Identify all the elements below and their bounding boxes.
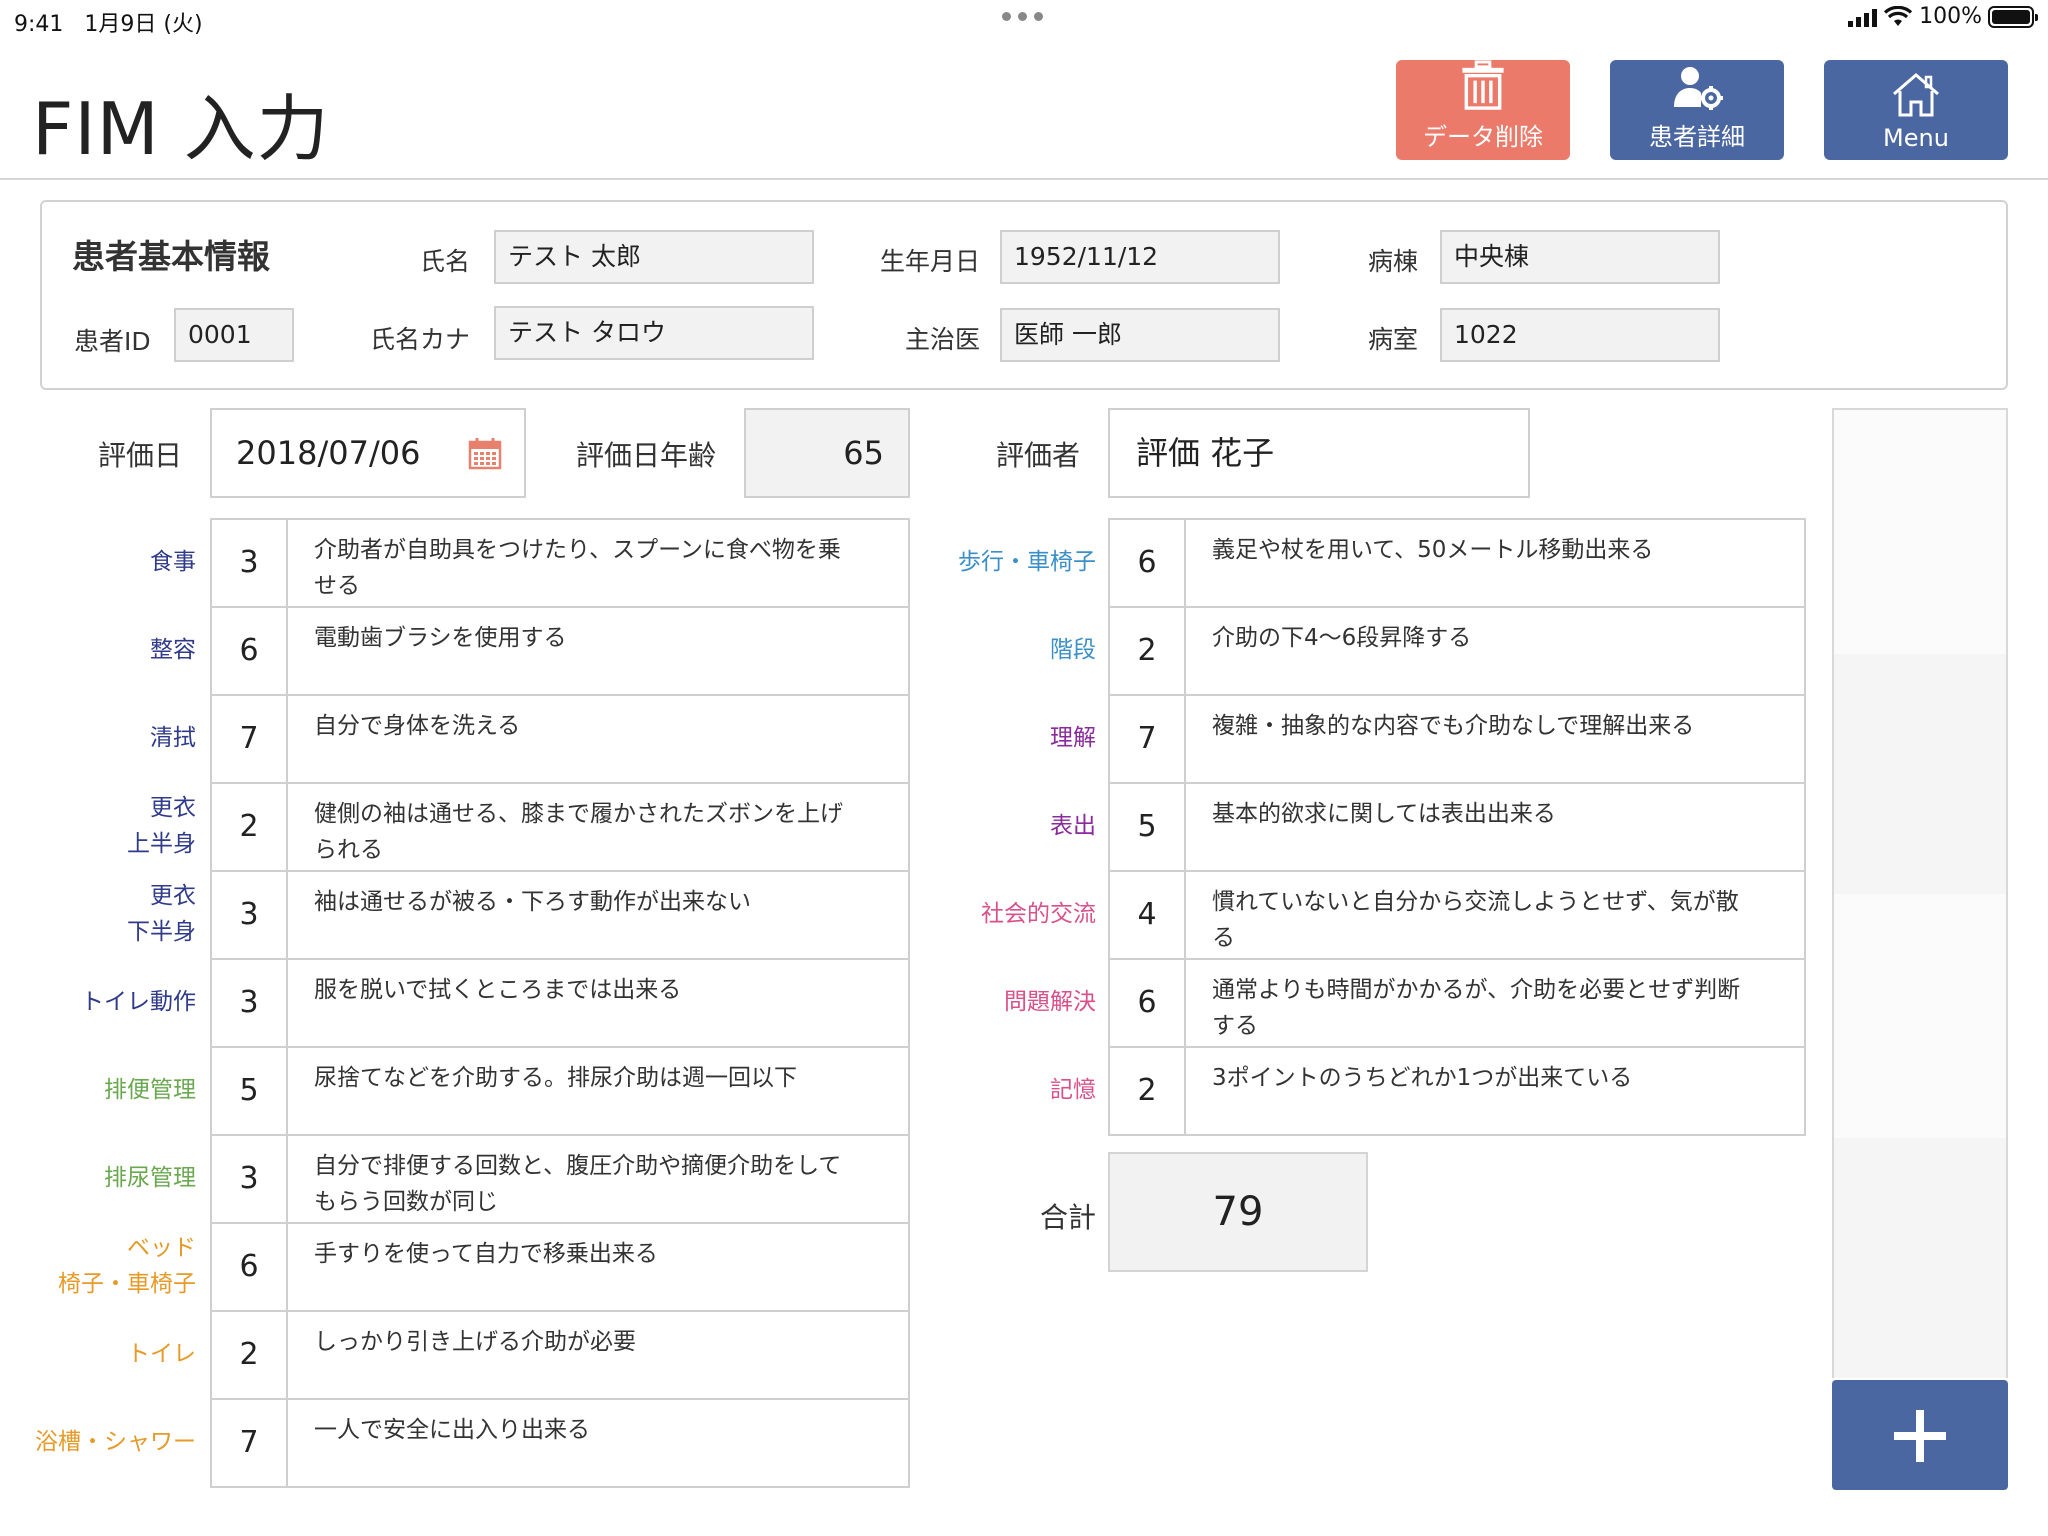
fim-item-description[interactable]: しっかり引き上げる介助が必要 [286, 1310, 910, 1400]
fim-item-score[interactable]: 6 [210, 606, 288, 696]
trash-icon [1462, 60, 1504, 110]
fim-item-label: 食事 [150, 549, 196, 575]
plus-icon [1894, 1410, 1946, 1462]
fim-item-description[interactable]: 通常よりも時間がかかるが、介助を必要とせず判断 する [1184, 958, 1806, 1048]
battery-percent: 100% [1919, 4, 1982, 29]
fim-item-description[interactable]: 服を脱いで拭くところまでは出来る [286, 958, 910, 1048]
fim-item-label: 記憶 [1050, 1077, 1096, 1103]
name-label: 氏名 [419, 247, 470, 276]
room-label: 病室 [1367, 325, 1418, 354]
fim-item-label: 排尿管理 [104, 1165, 196, 1191]
side-list-panel[interactable] [1832, 408, 2008, 1378]
kana-label: 氏名カナ [369, 325, 470, 354]
fim-item-score[interactable]: 2 [210, 782, 288, 872]
status-time: 9:41 1月9日 (火) [14, 12, 203, 37]
total-score: 79 [1108, 1152, 1368, 1272]
fim-item-label: 社会的交流 [981, 901, 1096, 927]
fim-item-label: 更衣 下半身 [127, 883, 196, 945]
fim-item-description[interactable]: 介助者が自助具をつけたり、スプーンに食べ物を乗 せる [286, 518, 910, 608]
fim-item-score[interactable]: 5 [210, 1046, 288, 1136]
status-bar: 9:41 1月9日 (火) 100% [0, 0, 2048, 40]
birth-label: 生年月日 [879, 247, 980, 276]
name-field[interactable]: テスト 太郎 [494, 230, 814, 284]
birth-field[interactable]: 1952/11/12 [1000, 230, 1280, 284]
patient-id-label: 患者ID [74, 327, 151, 356]
total-label: 合計 [1040, 1201, 1097, 1234]
signal-icon [1848, 7, 1878, 27]
status-indicators: 100% [1848, 4, 2038, 29]
fim-item-score[interactable]: 6 [210, 1222, 288, 1312]
home-icon [1893, 73, 1939, 117]
delete-data-button[interactable]: データ削除 [1396, 60, 1570, 160]
fim-item-score[interactable]: 5 [1108, 782, 1186, 872]
fim-item-description[interactable]: 3ポイントのうちどれか1つが出来ている [1184, 1046, 1806, 1136]
fim-item-description[interactable]: 手すりを使って自力で移乗出来る [286, 1222, 910, 1312]
fim-item-description[interactable]: 自分で身体を洗える [286, 694, 910, 784]
fim-item-score[interactable]: 2 [1108, 606, 1186, 696]
fim-item-description[interactable]: 袖は通せるが被る・下ろす動作が出来ない [286, 870, 910, 960]
patient-info-title: 患者基本情報 [72, 237, 270, 276]
fim-item-label: 表出 [1050, 813, 1096, 839]
fim-item-score[interactable]: 4 [1108, 870, 1186, 960]
wifi-icon [1883, 5, 1913, 26]
kana-field[interactable]: テスト タロウ [494, 306, 814, 360]
fim-item-label: 更衣 上半身 [127, 795, 196, 857]
page-title: FIM 入力 [32, 87, 330, 171]
fim-item-label: 階段 [1050, 637, 1096, 663]
room-field[interactable]: 1022 [1440, 308, 1720, 362]
eval-date-field[interactable]: 2018/07/06 [210, 408, 526, 498]
fim-item-label: 整容 [150, 637, 196, 663]
fim-item-label: 清拭 [150, 725, 196, 751]
doctor-label: 主治医 [904, 325, 980, 354]
fim-item-description[interactable]: 慣れていないと自分から交流しようとせず、気が散る [1184, 870, 1806, 960]
fim-item-score[interactable]: 2 [1108, 1046, 1186, 1136]
fim-item-score[interactable]: 6 [1108, 518, 1186, 608]
fim-item-description[interactable]: 介助の下4〜6段昇降する [1184, 606, 1806, 696]
fim-item-score[interactable]: 3 [210, 870, 288, 960]
fim-item-label: ベッド 椅子・車椅子 [58, 1235, 196, 1297]
fim-item-label: トイレ動作 [81, 989, 196, 1015]
fim-item-label: 浴槽・シャワー [35, 1429, 196, 1455]
fim-item-score[interactable]: 2 [210, 1310, 288, 1400]
eval-age-field: 65 [744, 408, 910, 498]
fim-item-label: 理解 [1050, 725, 1096, 751]
add-button[interactable] [1832, 1380, 2008, 1490]
evaluator-field[interactable]: 評価 花子 [1108, 408, 1530, 498]
fim-item-score[interactable]: 3 [210, 518, 288, 608]
fim-item-description[interactable]: 尿捨てなどを介助する。排尿介助は週一回以下 [286, 1046, 910, 1136]
evaluator-label: 評価者 [996, 439, 1081, 472]
fim-item-label: 歩行・車椅子 [958, 549, 1096, 575]
fim-item-description[interactable]: 電動歯ブラシを使用する [286, 606, 910, 696]
fim-item-label: 問題解決 [1004, 989, 1096, 1015]
menu-button[interactable]: Menu [1824, 60, 2008, 160]
fim-item-score[interactable]: 7 [210, 694, 288, 784]
fim-item-description[interactable]: 義足や杖を用いて、50メートル移動出来る [1184, 518, 1806, 608]
fim-item-score[interactable]: 3 [210, 1134, 288, 1224]
ward-field[interactable]: 中央棟 [1440, 230, 1720, 284]
fim-item-score[interactable]: 7 [1108, 694, 1186, 784]
fim-item-description[interactable]: 自分で排便する回数と、腹圧介助や摘便介助をして もらう回数が同じ [286, 1134, 910, 1224]
fim-item-description[interactable]: 一人で安全に出入り出来る [286, 1398, 910, 1488]
fim-item-description[interactable]: 基本的欲求に関しては表出出来る [1184, 782, 1806, 872]
user-gear-icon [1674, 67, 1723, 110]
fim-item-score[interactable]: 7 [210, 1398, 288, 1488]
battery-icon [1988, 5, 2038, 28]
patient-detail-button[interactable]: 患者詳細 [1610, 60, 1784, 160]
fim-item-score[interactable]: 6 [1108, 958, 1186, 1048]
ward-label: 病棟 [1367, 247, 1418, 276]
multitasking-dots-icon[interactable] [1002, 12, 1043, 21]
eval-age-label: 評価日年齢 [576, 439, 717, 472]
fim-item-label: 排便管理 [104, 1077, 196, 1103]
fim-item-score[interactable]: 3 [210, 958, 288, 1048]
calendar-icon[interactable] [468, 436, 502, 470]
fim-item-label: トイレ [127, 1341, 196, 1367]
patient-id-field[interactable]: 0001 [174, 308, 294, 362]
eval-date-label: 評価日 [98, 439, 183, 472]
fim-item-description[interactable]: 複雑・抽象的な内容でも介助なしで理解出来る [1184, 694, 1806, 784]
doctor-field[interactable]: 医師 一郎 [1000, 308, 1280, 362]
fim-item-description[interactable]: 健側の袖は通せる、膝まで履かされたズボンを上げ られる [286, 782, 910, 872]
header-divider [0, 178, 2048, 180]
